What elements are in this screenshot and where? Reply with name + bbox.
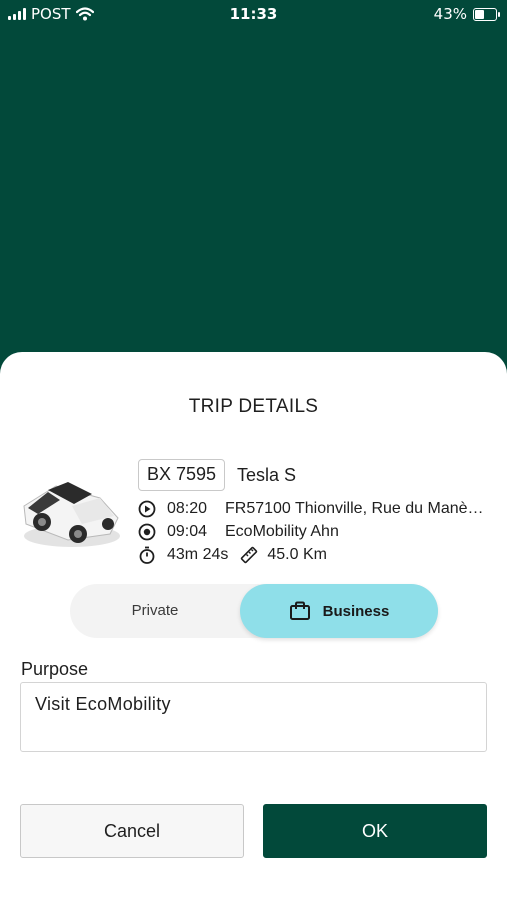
trip-type-private[interactable]: Private xyxy=(70,584,240,638)
ruler-icon xyxy=(241,546,258,564)
trip-details-sheet: TRIP DETAILS BX 7595 Tesla S 08:20 FR571… xyxy=(0,352,507,900)
vehicle-model: Tesla S xyxy=(237,465,297,485)
trip-metrics-row: 43m 24s 45.0 Km xyxy=(138,544,327,566)
status-bar: POST 11:33 43% xyxy=(0,0,507,28)
car-image xyxy=(23,482,120,547)
trip-distance: 45.0 Km xyxy=(267,546,327,563)
purpose-input[interactable]: Visit EcoMobility xyxy=(20,682,487,752)
start-time: 08:20 xyxy=(167,500,208,517)
clock: 11:33 xyxy=(229,5,278,23)
ok-button[interactable]: OK xyxy=(263,804,487,858)
trip-type-business[interactable]: Business xyxy=(240,584,438,638)
trip-type-business-label: Business xyxy=(322,602,390,620)
end-time: 09:04 xyxy=(167,523,208,540)
end-address: EcoMobility Ahn xyxy=(225,523,339,540)
sheet-title: TRIP DETAILS xyxy=(188,396,319,417)
play-circle-icon xyxy=(138,500,156,518)
battery-icon xyxy=(473,7,500,21)
trip-type-toggle: Private Business xyxy=(70,584,438,638)
license-plate: BX 7595 xyxy=(138,459,226,491)
trip-duration: 43m 24s xyxy=(167,546,229,563)
battery-percent: 43% xyxy=(433,5,467,23)
status-right: 43% xyxy=(433,5,500,23)
cancel-button[interactable]: Cancel xyxy=(20,804,244,858)
briefcase-icon xyxy=(289,601,310,620)
trip-end-row: 09:04 EcoMobility Ahn xyxy=(138,521,487,543)
target-circle-icon xyxy=(138,523,156,541)
stopwatch-icon xyxy=(139,546,155,564)
purpose-label: Purpose xyxy=(21,659,89,679)
start-address: FR57100 Thionville, Rue du Manè… xyxy=(225,500,484,517)
trip-start-row: 08:20 FR57100 Thionville, Rue du Manè… xyxy=(138,498,487,520)
battery-level xyxy=(475,9,485,19)
